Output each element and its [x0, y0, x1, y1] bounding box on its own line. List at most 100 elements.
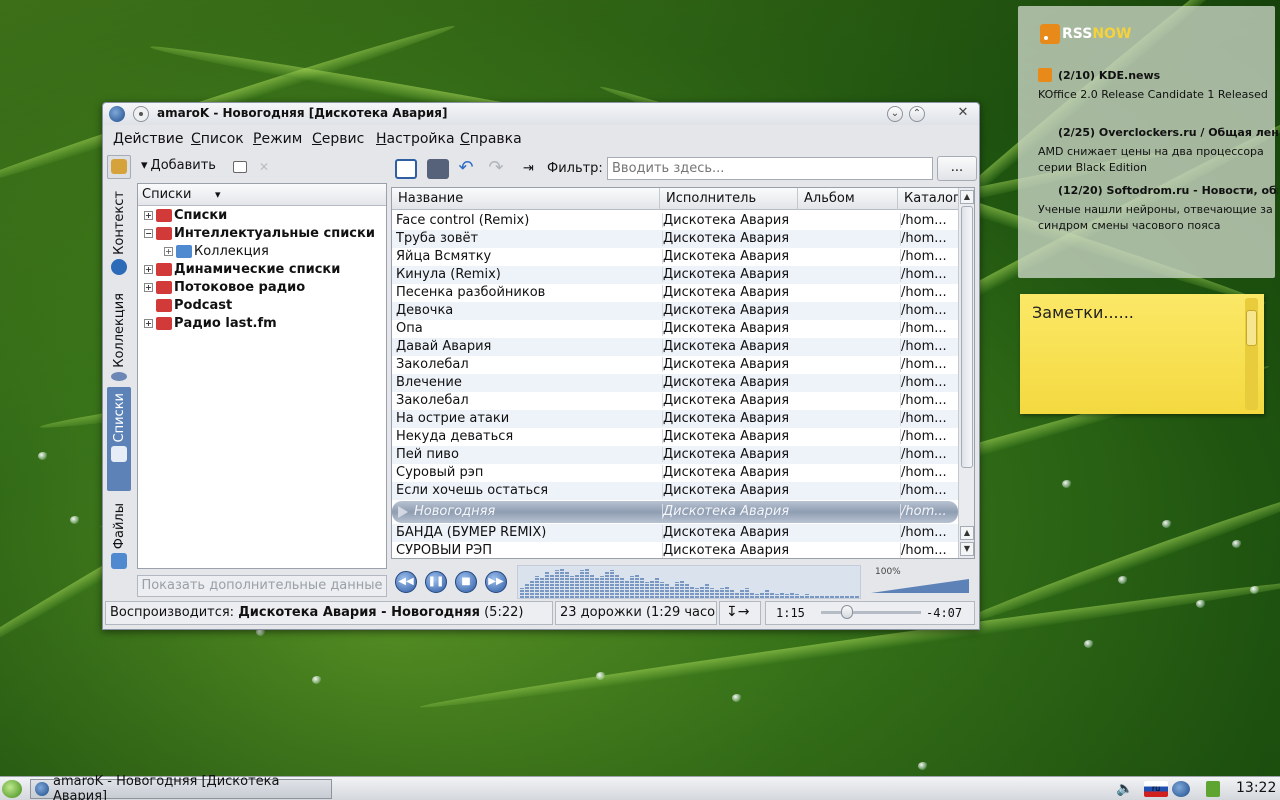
- tree-expander-icon[interactable]: +: [164, 246, 173, 256]
- notes-text[interactable]: Заметки......: [1032, 303, 1134, 322]
- stop-button[interactable]: ■: [455, 571, 477, 593]
- menu-settings[interactable]: Настройка: [376, 131, 455, 147]
- scroll-up-icon[interactable]: ▲: [960, 526, 974, 540]
- tree-item[interactable]: + Потоковое радио: [138, 278, 386, 296]
- next-track-button[interactable]: ▶▶: [485, 571, 507, 593]
- add-playlist-button[interactable]: Добавить: [141, 158, 216, 173]
- rss-item[interactable]: (12/20) Softodrom.ru - Новости, обзор Уч…: [1038, 184, 1278, 234]
- menu-action[interactable]: Действие: [113, 131, 183, 147]
- playlist-row[interactable]: Суровый рэп Дискотека Авария/hom...: [392, 464, 958, 482]
- playlist-row[interactable]: Песенка разбойников Дискотека Авария/hom.…: [392, 284, 958, 302]
- spectrum-analyzer[interactable]: [517, 565, 861, 599]
- tree-item[interactable]: + Радио last.fm: [138, 314, 386, 332]
- playlist-row[interactable]: Заколебал Дискотека Авария/hom...: [392, 392, 958, 410]
- rss-item-title[interactable]: (2/10) KDE.news: [1058, 69, 1160, 82]
- tree-item[interactable]: + Списки: [138, 206, 386, 224]
- seek-slider-handle[interactable]: [841, 605, 853, 619]
- minimize-button[interactable]: ⌄: [887, 106, 903, 122]
- tree-expander-icon[interactable]: +: [144, 264, 153, 274]
- search-tools-button[interactable]: [107, 155, 131, 179]
- maximize-button[interactable]: ⌃: [909, 106, 925, 122]
- column-album[interactable]: Альбом: [798, 188, 898, 210]
- seek-slider[interactable]: [821, 605, 921, 619]
- tree-item[interactable]: − Интеллектуальные списки: [138, 224, 386, 242]
- tab-playlists[interactable]: Списки: [107, 387, 131, 491]
- filter-input[interactable]: [607, 157, 933, 180]
- notes-scroll-thumb[interactable]: [1246, 310, 1257, 346]
- playlist-row[interactable]: Face control (Remix) Дискотека Авария/hom…: [392, 212, 958, 230]
- playlist-scroll-thumb[interactable]: [961, 206, 973, 468]
- rss-item-text[interactable]: AMD снижает цены на два процессора серии…: [1038, 144, 1278, 176]
- column-title[interactable]: Название: [392, 188, 660, 210]
- playlist-row[interactable]: Кинула (Remix) Дискотека Авария/hom...: [392, 266, 958, 284]
- redo-icon[interactable]: ↷: [485, 159, 507, 179]
- column-directory[interactable]: Каталог: [898, 188, 958, 210]
- scroll-up-icon[interactable]: ▲: [960, 190, 974, 204]
- window-menu-icon[interactable]: [133, 106, 149, 122]
- title-bar[interactable]: amaroK - Новогодняя [Дискотека Авария] ⌄…: [103, 103, 979, 125]
- playlist-row-current[interactable]: Новогодняя Дискотека Авария/hom...: [392, 501, 958, 523]
- playlist-scrollbar[interactable]: ▲ ▲ ▼: [958, 188, 974, 558]
- playlist-browser-header[interactable]: Списки: [138, 184, 386, 206]
- kde-menu-icon[interactable]: [2, 780, 22, 798]
- playlist-row[interactable]: Давай Авария Дискотека Авария/hom...: [392, 338, 958, 356]
- tab-files[interactable]: Файлы: [107, 497, 131, 581]
- network-icon[interactable]: [1206, 781, 1220, 797]
- clock[interactable]: 13:22: [1236, 780, 1276, 796]
- undo-icon[interactable]: ↶: [455, 159, 477, 179]
- playlist-row[interactable]: СУРОВЫЙ РЭП Дискотека Авария/hom...: [392, 542, 958, 558]
- rss-now-widget[interactable]: RSS NOW (2/10) KDE.news KOffice 2.0 Relea…: [1018, 6, 1278, 278]
- playlist-row[interactable]: Если хочешь остаться Дискотека Авария/hom…: [392, 482, 958, 500]
- previous-track-button[interactable]: ◀◀: [395, 571, 417, 593]
- filter-options-button[interactable]: ...: [937, 156, 977, 181]
- tab-collection[interactable]: Коллекция: [107, 287, 131, 385]
- rss-item[interactable]: (2/25) Overclockers.ru / Общая лента AMD…: [1038, 126, 1278, 176]
- amarok-tray-icon[interactable]: [1172, 781, 1190, 797]
- playlist-row[interactable]: На острие атаки Дискотека Авария/hom...: [392, 410, 958, 428]
- volume-slider[interactable]: 100%: [869, 567, 973, 597]
- tree-expander-icon[interactable]: +: [144, 318, 153, 328]
- save-playlist-icon[interactable]: [427, 159, 449, 179]
- playlist-row[interactable]: Влечение Дискотека Авария/hom...: [392, 374, 958, 392]
- rss-item-text[interactable]: Ученые нашли нейроны, отвечающие за синд…: [1038, 202, 1278, 234]
- rss-item-title[interactable]: (2/25) Overclockers.ru / Общая лента: [1058, 126, 1278, 139]
- playlist-row[interactable]: Заколебал Дискотека Авария/hom...: [392, 356, 958, 374]
- tree-expander-icon[interactable]: +: [144, 210, 153, 220]
- tab-context[interactable]: Контекст: [107, 185, 131, 283]
- column-artist[interactable]: Исполнитель: [660, 188, 798, 210]
- playlist-row[interactable]: Девочка Дискотека Авария/hom...: [392, 302, 958, 320]
- playlist-row[interactable]: Опа Дискотека Авария/hom...: [392, 320, 958, 338]
- close-button[interactable]: ✕: [955, 106, 971, 122]
- tree-item[interactable]: + Коллекция: [138, 242, 386, 260]
- menu-playlist[interactable]: Список: [191, 131, 244, 147]
- keyboard-layout-flag[interactable]: ru: [1144, 781, 1168, 797]
- tree-item[interactable]: Podcast: [138, 296, 386, 314]
- tree-expander-icon[interactable]: +: [144, 282, 153, 292]
- elapsed-time[interactable]: 1:15: [776, 606, 805, 620]
- tree-item[interactable]: + Динамические списки: [138, 260, 386, 278]
- playlist-row[interactable]: Некуда деваться Дискотека Авария/hom...: [392, 428, 958, 446]
- scroll-down-icon[interactable]: ▼: [960, 542, 974, 556]
- delete-icon[interactable]: ✕: [259, 160, 273, 174]
- pause-button[interactable]: ❚❚: [425, 571, 447, 593]
- playlist-row[interactable]: БАНДА (БУМЕР REMIX) Дискотека Авария/hom.…: [392, 524, 958, 542]
- view-mode-icon[interactable]: [233, 161, 247, 173]
- notes-scrollbar[interactable]: [1245, 298, 1258, 410]
- taskbar-task-amarok[interactable]: amaroK - Новогодняя [Дискотека Авария]: [30, 774, 332, 800]
- show-more-info-button[interactable]: Показать дополнительные данные: [137, 575, 387, 597]
- remaining-time[interactable]: -4:07: [926, 606, 962, 620]
- notes-widget[interactable]: Заметки......: [1020, 294, 1264, 414]
- menu-help[interactable]: Справка: [460, 131, 522, 147]
- playlist-row[interactable]: Труба зовёт Дискотека Авария/hom...: [392, 230, 958, 248]
- tree-expander-icon[interactable]: −: [144, 228, 153, 238]
- amarok-app-icon[interactable]: [109, 106, 125, 122]
- filter-clear-icon[interactable]: ⇥: [523, 161, 539, 181]
- playlist-repeat-icon[interactable]: ↧→: [719, 601, 761, 625]
- playlist-row[interactable]: Яйца Всмятку Дискотека Авария/hom...: [392, 248, 958, 266]
- speaker-icon[interactable]: 🔈: [1116, 781, 1134, 797]
- menu-tools[interactable]: Сервис: [312, 131, 364, 147]
- rss-item-title[interactable]: (12/20) Softodrom.ru - Новости, обзор: [1058, 184, 1278, 197]
- volume-level-bar[interactable]: [871, 579, 969, 593]
- rss-item-text[interactable]: KOffice 2.0 Release Candidate 1 Released: [1038, 87, 1278, 103]
- rss-item[interactable]: (2/10) KDE.news KOffice 2.0 Release Cand…: [1038, 68, 1278, 103]
